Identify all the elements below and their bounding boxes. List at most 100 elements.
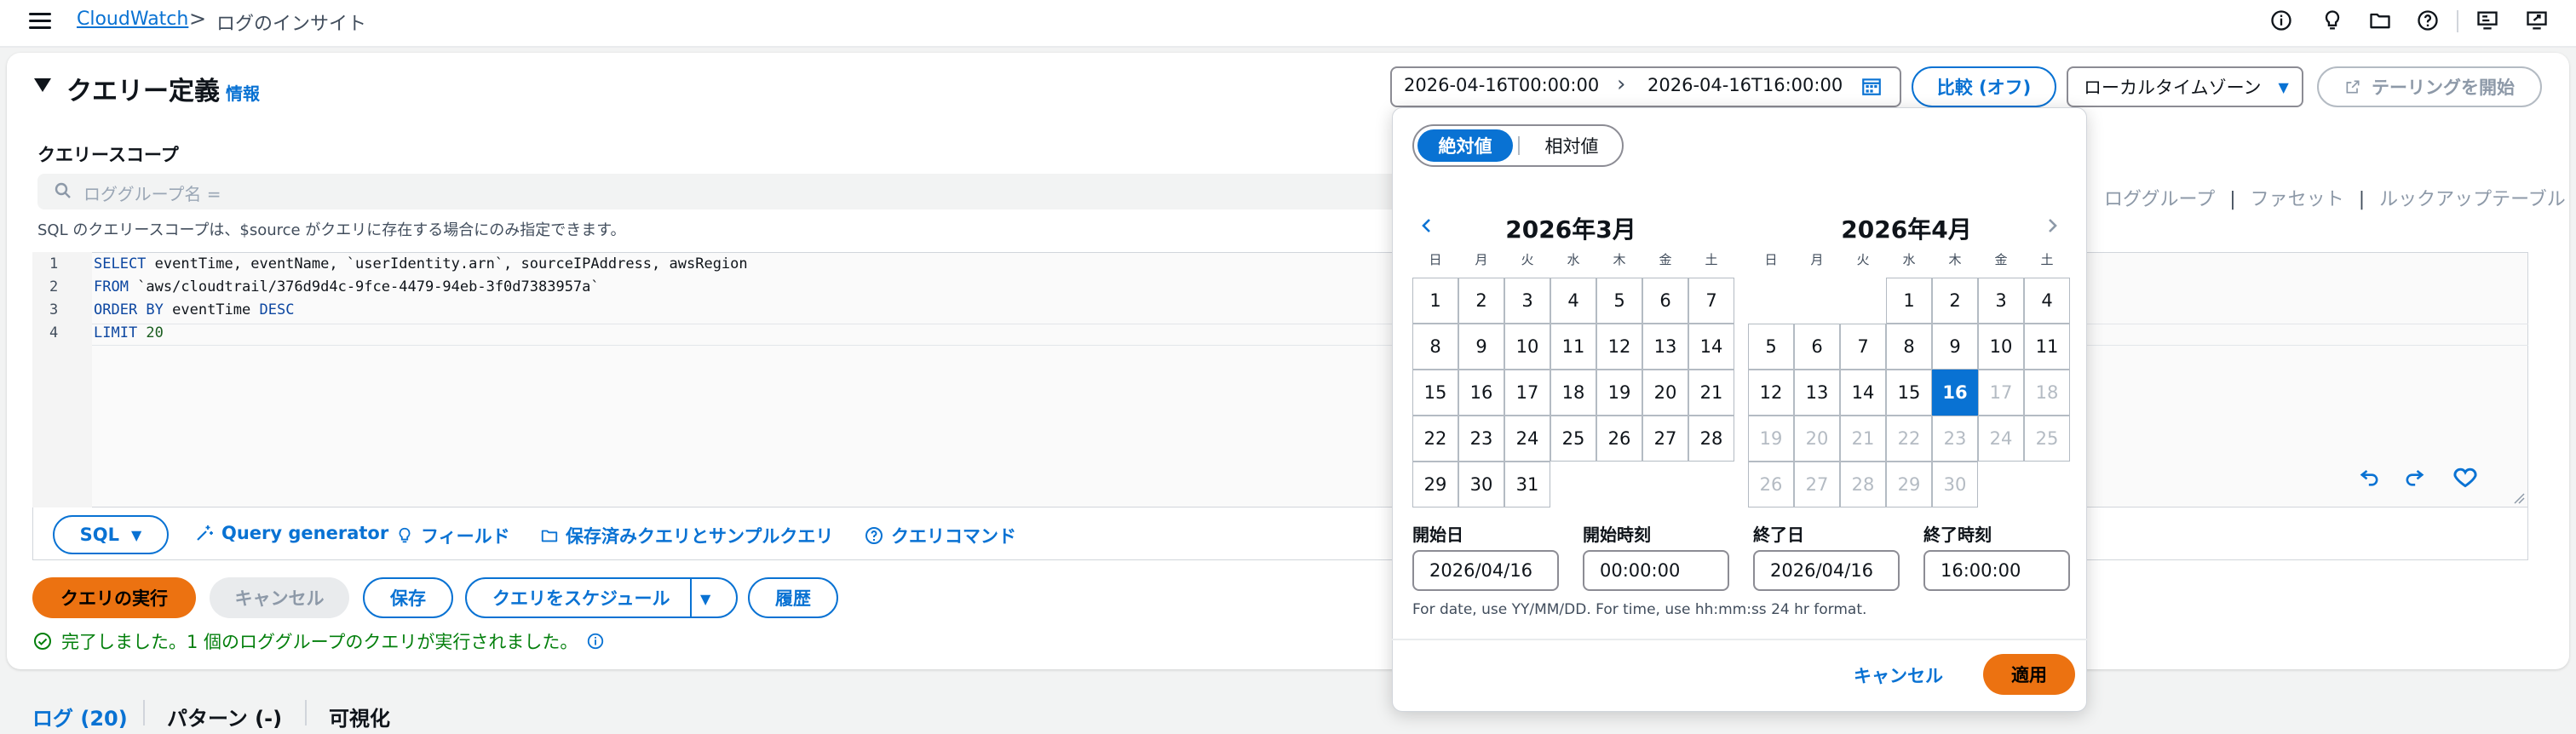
end-time-input[interactable]: 16:00:00: [1923, 550, 2070, 591]
calendar-day[interactable]: 12: [1748, 370, 1794, 416]
calendar-day[interactable]: 7: [1840, 324, 1886, 370]
facets-link[interactable]: ファセット: [2251, 189, 2344, 210]
relative-mode-option[interactable]: 相対値: [1525, 129, 1619, 162]
calendar-day[interactable]: 10: [1504, 324, 1550, 370]
calendar-day[interactable]: 5: [1748, 324, 1794, 370]
calendar-day[interactable]: 30: [1458, 462, 1504, 507]
log-groups-link[interactable]: ロググループ: [2104, 189, 2215, 210]
calendar-day[interactable]: 15: [1412, 370, 1458, 416]
calendar-day[interactable]: 22: [1412, 416, 1458, 462]
tab-visualization[interactable]: 可視化: [329, 702, 390, 731]
end-date-input[interactable]: 2026/04/16: [1753, 550, 1900, 591]
history-button[interactable]: 履歴: [748, 577, 838, 618]
calendar-day[interactable]: 6: [1642, 278, 1688, 324]
save-button[interactable]: 保存: [363, 577, 453, 618]
log-group-input[interactable]: [37, 174, 1400, 209]
next-month-icon[interactable]: [2039, 213, 2065, 238]
picker-cancel-button[interactable]: キャンセル: [1854, 662, 1943, 688]
calendar-day[interactable]: 12: [1596, 324, 1642, 370]
calendar-day[interactable]: 19: [1596, 370, 1642, 416]
calendar-day[interactable]: 11: [1550, 324, 1596, 370]
start-time-input[interactable]: 00:00:00: [1583, 550, 1729, 591]
calendar-day[interactable]: 26: [1596, 416, 1642, 462]
caret-down-icon[interactable]: ▼: [700, 591, 710, 607]
caret-down-icon: ▼: [2278, 78, 2289, 95]
timezone-select[interactable]: ローカルタイムゾーン ▼: [2067, 66, 2303, 107]
lightbulb-icon[interactable]: [2319, 7, 2346, 34]
calendar-day[interactable]: 5: [1596, 278, 1642, 324]
calendar-day[interactable]: 16: [1932, 370, 1978, 416]
monitor-icon[interactable]: [2474, 7, 2501, 34]
calendar-day[interactable]: 6: [1794, 324, 1840, 370]
calendar-day[interactable]: 24: [1504, 416, 1550, 462]
lightbulb-icon: [399, 527, 411, 543]
menu-icon[interactable]: [29, 10, 51, 29]
calendar-day[interactable]: 23: [1458, 416, 1504, 462]
favorite-heart-icon[interactable]: [2450, 462, 2481, 492]
calendar-day[interactable]: 14: [1840, 370, 1886, 416]
saved-queries-link[interactable]: 保存済みクエリとサンプルクエリ: [540, 523, 833, 548]
calendar-day[interactable]: 18: [1550, 370, 1596, 416]
calendar-icon[interactable]: [1860, 75, 1883, 97]
info-link[interactable]: 情報: [226, 80, 260, 105]
calendar-day[interactable]: 4: [1550, 278, 1596, 324]
calendar-day[interactable]: 27: [1642, 416, 1688, 462]
calendar-day[interactable]: 31: [1504, 462, 1550, 507]
start-date-input[interactable]: 2026/04/16: [1412, 550, 1559, 591]
tab-logs[interactable]: ログ (20): [32, 702, 128, 731]
help-icon[interactable]: [2414, 7, 2441, 34]
calendar-day[interactable]: 9: [1932, 324, 1978, 370]
calendar-day[interactable]: 3: [1504, 278, 1550, 324]
apply-button[interactable]: 適用: [1983, 654, 2075, 695]
screen-share-icon[interactable]: [2523, 7, 2550, 34]
query-generator-label: Query generator: [221, 523, 389, 543]
sql-language-dropdown[interactable]: SQL ▼: [53, 515, 169, 554]
breadcrumb-cloudwatch-link[interactable]: CloudWatch: [77, 9, 188, 30]
sql-keyword: DESC: [259, 301, 295, 318]
calendar-day[interactable]: 4: [2024, 278, 2070, 324]
calendar-day[interactable]: 8: [1412, 324, 1458, 370]
previous-month-icon[interactable]: [1414, 213, 1440, 238]
calendar-day[interactable]: 28: [1688, 416, 1734, 462]
calendar-day[interactable]: 14: [1688, 324, 1734, 370]
redo-icon[interactable]: [2399, 462, 2429, 492]
calendar-day[interactable]: 25: [1550, 416, 1596, 462]
query-generator-link[interactable]: Query generator: [194, 523, 388, 543]
calendar-day[interactable]: 17: [1504, 370, 1550, 416]
calendar-day[interactable]: 7: [1688, 278, 1734, 324]
format-hint: For date, use YY/MM/DD. For time, use hh…: [1412, 601, 1867, 618]
compare-button[interactable]: 比較 (オフ): [1912, 66, 2056, 107]
calendar-day[interactable]: 1: [1886, 278, 1932, 324]
info-circle-icon: [588, 633, 604, 650]
calendar-day[interactable]: 21: [1688, 370, 1734, 416]
calendar-day[interactable]: 10: [1978, 324, 2024, 370]
calendar-day[interactable]: 2: [1458, 278, 1504, 324]
folder-icon: [541, 530, 558, 542]
calendar-day[interactable]: 29: [1412, 462, 1458, 507]
calendar-day[interactable]: 13: [1794, 370, 1840, 416]
absolute-mode-option[interactable]: 絶対値: [1417, 129, 1513, 162]
calendar-day[interactable]: 16: [1458, 370, 1504, 416]
query-commands-link[interactable]: クエリコマンド: [864, 523, 1016, 548]
calendar-day[interactable]: 1: [1412, 278, 1458, 324]
calendar-day[interactable]: 3: [1978, 278, 2024, 324]
undo-icon[interactable]: [2355, 462, 2385, 492]
calendar-day[interactable]: 11: [2024, 324, 2070, 370]
schedule-query-button[interactable]: クエリをスケジュール: [465, 577, 738, 618]
fields-link[interactable]: フィールド: [395, 523, 510, 548]
resize-handle-icon[interactable]: [2511, 490, 2525, 504]
tab-patterns[interactable]: パターン (-): [167, 702, 282, 731]
folder-icon[interactable]: [2366, 7, 2394, 34]
calendar-day[interactable]: 15: [1886, 370, 1932, 416]
calendar-day[interactable]: 9: [1458, 324, 1504, 370]
calendar-day[interactable]: 13: [1642, 324, 1688, 370]
run-query-button[interactable]: クエリの実行: [32, 577, 196, 618]
info-circle-icon[interactable]: [2268, 7, 2295, 34]
segment-divider: [1518, 136, 1520, 155]
calendar-day: 27: [1794, 462, 1840, 507]
collapse-triangle-icon[interactable]: [34, 78, 51, 92]
calendar-day[interactable]: 8: [1886, 324, 1932, 370]
calendar-day[interactable]: 20: [1642, 370, 1688, 416]
calendar-day[interactable]: 2: [1932, 278, 1978, 324]
lookup-tables-link[interactable]: ルックアップテーブル: [2379, 189, 2566, 210]
